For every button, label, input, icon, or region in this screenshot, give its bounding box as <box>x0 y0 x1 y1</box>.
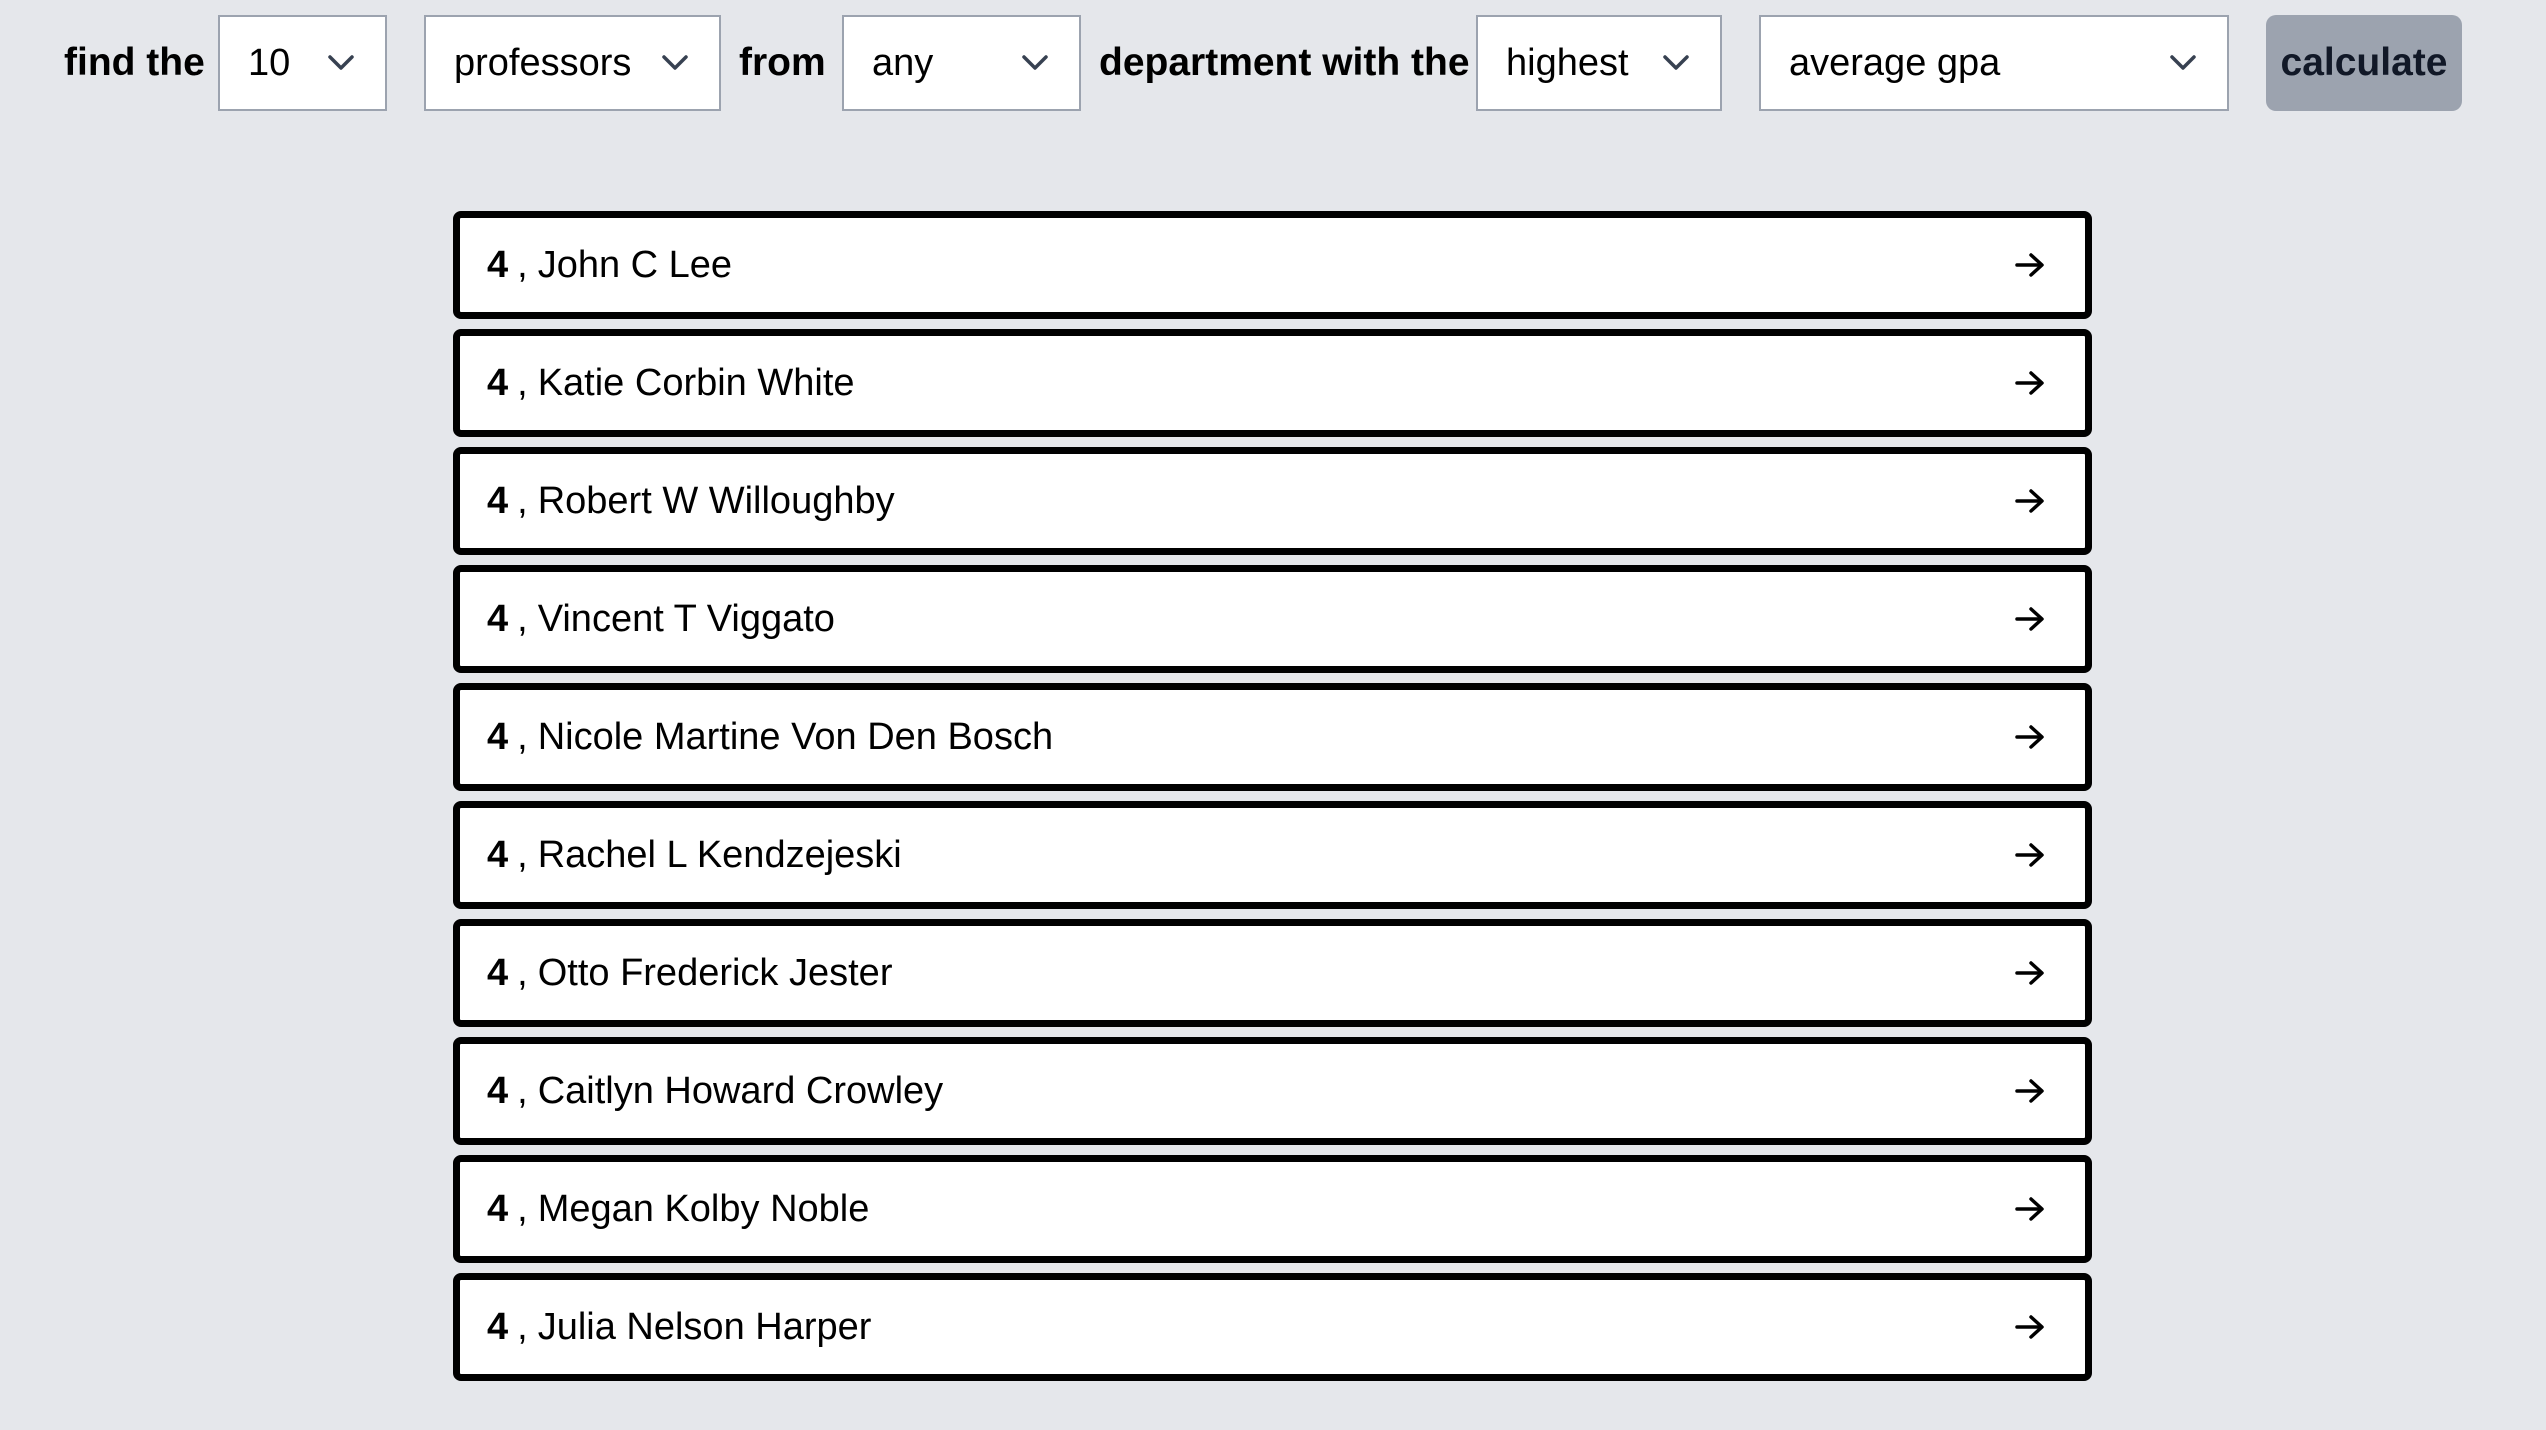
chevron-down-icon <box>2170 55 2196 70</box>
result-row[interactable]: 4, Caitlyn Howard Crowley <box>453 1037 2092 1145</box>
result-separator: , <box>517 243 528 286</box>
result-name: Robert W Willoughby <box>537 479 895 522</box>
calculate-button[interactable]: calculate <box>2266 15 2462 111</box>
result-separator: , <box>517 715 528 758</box>
result-name: Rachel L Kendzejeski <box>537 833 902 876</box>
metric-select[interactable]: average gpa <box>1759 15 2229 111</box>
result-score: 4 <box>487 361 509 404</box>
arrow-right-icon[interactable] <box>2015 960 2045 986</box>
result-score: 4 <box>487 1187 509 1230</box>
department-select-value: any <box>872 41 934 84</box>
result-name: Vincent T Viggato <box>537 597 835 640</box>
result-row[interactable]: 4, Julia Nelson Harper <box>453 1273 2092 1381</box>
arrow-right-icon[interactable] <box>2015 724 2045 750</box>
result-row[interactable]: 4, Robert W Willoughby <box>453 447 2092 555</box>
chevron-down-icon <box>328 55 354 70</box>
chevron-down-icon <box>662 55 688 70</box>
result-separator: , <box>517 833 528 876</box>
result-row[interactable]: 4, Megan Kolby Noble <box>453 1155 2092 1263</box>
result-separator: , <box>517 597 528 640</box>
results-list: 4, John C Lee 4, Katie Corbin White 4, Robert… <box>453 211 2092 1391</box>
result-score: 4 <box>487 243 509 286</box>
result-row[interactable]: 4, Vincent T Viggato <box>453 565 2092 673</box>
arrow-right-icon[interactable] <box>2015 842 2045 868</box>
app-root: find the 10 professors from any departme… <box>0 0 2546 1430</box>
result-name: Katie Corbin White <box>537 361 855 404</box>
entity-select[interactable]: professors <box>424 15 721 111</box>
chevron-down-icon <box>1663 55 1689 70</box>
arrow-right-icon[interactable] <box>2015 1078 2045 1104</box>
arrow-right-icon[interactable] <box>2015 1196 2045 1222</box>
label-find-the: find the <box>64 41 205 84</box>
result-score: 4 <box>487 1305 509 1348</box>
result-name: John C Lee <box>537 243 733 286</box>
result-separator: , <box>517 951 528 994</box>
result-name: Nicole Martine Von Den Bosch <box>537 715 1054 758</box>
count-select[interactable]: 10 <box>218 15 387 111</box>
result-separator: , <box>517 1305 528 1348</box>
arrow-right-icon[interactable] <box>2015 1314 2045 1340</box>
result-score: 4 <box>487 597 509 640</box>
label-from: from <box>739 41 826 84</box>
result-score: 4 <box>487 715 509 758</box>
result-row[interactable]: 4, Rachel L Kendzejeski <box>453 801 2092 909</box>
result-name: Megan Kolby Noble <box>537 1187 870 1230</box>
department-select[interactable]: any <box>842 15 1081 111</box>
result-separator: , <box>517 361 528 404</box>
result-name: Otto Frederick Jester <box>537 951 893 994</box>
result-row[interactable]: 4, John C Lee <box>453 211 2092 319</box>
result-score: 4 <box>487 479 509 522</box>
query-bar: find the 10 professors from any departme… <box>0 15 2546 111</box>
arrow-right-icon[interactable] <box>2015 370 2045 396</box>
result-name: Julia Nelson Harper <box>537 1305 872 1348</box>
result-score: 4 <box>487 833 509 876</box>
result-row[interactable]: 4, Katie Corbin White <box>453 329 2092 437</box>
result-score: 4 <box>487 951 509 994</box>
count-select-value: 10 <box>248 41 291 84</box>
label-department-with-the: department with the <box>1099 41 1470 84</box>
result-row[interactable]: 4, Nicole Martine Von Den Bosch <box>453 683 2092 791</box>
metric-select-value: average gpa <box>1789 41 2001 84</box>
result-separator: , <box>517 1187 528 1230</box>
entity-select-value: professors <box>454 41 632 84</box>
order-select-value: highest <box>1506 41 1629 84</box>
result-separator: , <box>517 1069 528 1112</box>
arrow-right-icon[interactable] <box>2015 606 2045 632</box>
arrow-right-icon[interactable] <box>2015 488 2045 514</box>
result-name: Caitlyn Howard Crowley <box>537 1069 944 1112</box>
result-score: 4 <box>487 1069 509 1112</box>
result-separator: , <box>517 479 528 522</box>
order-select[interactable]: highest <box>1476 15 1722 111</box>
chevron-down-icon <box>1022 55 1048 70</box>
result-row[interactable]: 4, Otto Frederick Jester <box>453 919 2092 1027</box>
arrow-right-icon[interactable] <box>2015 252 2045 278</box>
